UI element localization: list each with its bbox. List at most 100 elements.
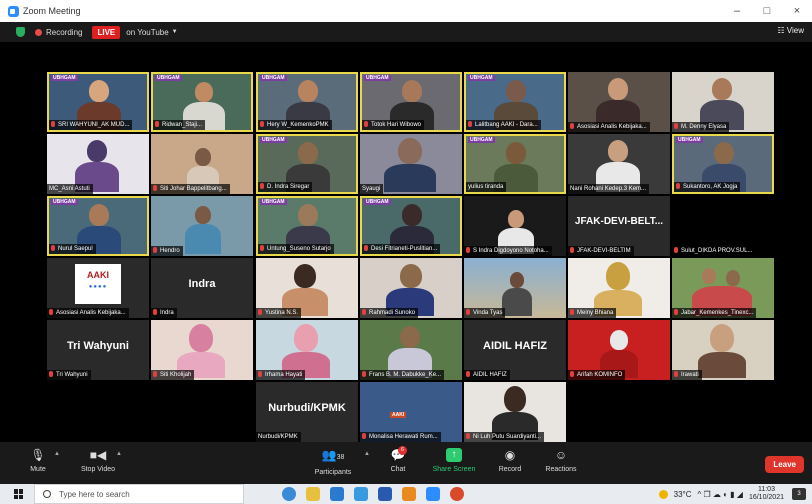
word-icon[interactable]: [378, 487, 392, 501]
edge-icon[interactable]: [282, 487, 296, 501]
participant-tile[interactable]: UBHGAM Ridwan_Staji...: [151, 72, 253, 132]
security-shield-icon[interactable]: [16, 27, 25, 37]
participant-tile[interactable]: Indra Indra: [151, 258, 253, 318]
recording-label[interactable]: Recording: [46, 28, 82, 37]
clock[interactable]: 11:03 16/10/2021: [749, 486, 784, 502]
participant-tile[interactable]: AAKI ●●●● Asosiasi Analis Kebijaka...: [47, 258, 149, 318]
participant-tile[interactable]: Siti Johar Bappelitbang...: [151, 134, 253, 194]
mute-button[interactable]: 🎙 Mute ▲: [26, 448, 60, 473]
participant-tile[interactable]: UBHGAM Hery W_KemenkoPMK: [256, 72, 358, 132]
meeting-info-bar: Recording LIVE on YouTube ▼ ☷ View: [0, 22, 812, 42]
participant-name-placeholder: AIDIL HAFIZ: [483, 340, 547, 352]
participant-tile[interactable]: Syaugi: [360, 134, 462, 194]
check-app-icon[interactable]: [354, 487, 368, 501]
participant-tile[interactable]: UBHGAM yulius tiranda: [464, 134, 566, 194]
participant-tile[interactable]: MC_Asni Astuti: [47, 134, 149, 194]
chat-button[interactable]: 💬 6 Chat: [386, 446, 410, 473]
participant-tile[interactable]: M. Denny Elyasa: [672, 72, 774, 132]
participants-button[interactable]: 👥38 Participants ▲: [310, 448, 370, 476]
leave-button[interactable]: Leave: [765, 456, 804, 473]
participant-tile[interactable]: Meiny Bhiana: [568, 258, 670, 318]
powerpoint-icon[interactable]: [402, 487, 416, 501]
participant-tile[interactable]: Sulut_DIKDA PROV.SUL...: [672, 196, 774, 256]
weather-sun-icon: [658, 489, 668, 499]
chevron-up-icon[interactable]: ▲: [116, 451, 122, 457]
participant-tile[interactable]: AAKI Monalisa Herawati Rum...: [360, 382, 462, 442]
participant-tile[interactable]: Tri Wahyuni Tri Wahyuni: [47, 320, 149, 380]
record-button[interactable]: ◉ Record: [496, 448, 524, 473]
chevron-up-icon[interactable]: ▲: [364, 451, 370, 457]
mic-muted-icon: [51, 245, 55, 251]
participant-tile[interactable]: UBHGAM Totok Hari Wibowo: [360, 72, 462, 132]
participant-tile[interactable]: UBHGAM SRI WAHYUNI_AK MUD...: [47, 72, 149, 132]
participants-count: 38: [336, 454, 345, 461]
windows-start-icon[interactable]: [14, 489, 24, 499]
tile-banner: UBHGAM: [364, 199, 391, 205]
tile-banner: AAKI: [390, 412, 407, 418]
mic-muted-icon: [260, 245, 264, 251]
participant-name: Lalitbang AAKI - Dara...: [466, 120, 541, 130]
participant-tile[interactable]: UBHGAM Untung_Suseno Sutarjo: [256, 196, 358, 256]
mic-muted-icon: [362, 371, 366, 377]
app-icon[interactable]: [450, 487, 464, 501]
participant-tile[interactable]: UBHGAM Sukantoro, AK Jogja: [672, 134, 774, 194]
close-button[interactable]: ×: [782, 5, 812, 17]
microphone-icon: 🎙: [30, 448, 46, 462]
mic-muted-icon: [570, 123, 574, 129]
share-screen-button[interactable]: ↑ Share Screen: [430, 448, 478, 473]
linkedin-icon[interactable]: [330, 487, 344, 501]
participant-tile[interactable]: Asosiasi Analis Kebijaka...: [568, 72, 670, 132]
participant-tile[interactable]: Siti Kholijah: [151, 320, 253, 380]
window-title: Zoom Meeting: [23, 6, 81, 16]
mic-muted-icon: [155, 121, 159, 127]
stream-target-label[interactable]: on YouTube: [126, 28, 168, 37]
view-button[interactable]: ☷ View: [777, 26, 804, 35]
chevron-up-icon[interactable]: ▲: [54, 451, 60, 457]
participant-tile[interactable]: UBHGAM Desi Fitrianeti-Puslitian...: [360, 196, 462, 256]
stop-video-button[interactable]: ■◀ Stop Video ▲: [76, 448, 122, 473]
system-tray: 33°C ^ ❐ ☁ ◐ ▮ ◢ 11:03 16/10/2021: [658, 486, 784, 502]
participant-tile[interactable]: JFAK-DEVI-BELT... JFAK-DEVI-BELTIM: [568, 196, 670, 256]
mic-muted-icon: [570, 309, 574, 315]
participant-tile[interactable]: Yustina N.S.: [256, 258, 358, 318]
participant-tile[interactable]: Nani Rohani Kedep.3 Kem...: [568, 134, 670, 194]
participant-tile[interactable]: Arifah KOMINFO: [568, 320, 670, 380]
participant-tile[interactable]: Rahmadi Sunoko: [360, 258, 462, 318]
participant-tile[interactable]: Hendro: [151, 196, 253, 256]
participant-tile[interactable]: AIDIL HAFIZ AIDIL HAFIZ: [464, 320, 566, 380]
mic-muted-icon: [153, 247, 157, 253]
temperature[interactable]: 33°C: [674, 490, 692, 499]
participant-name: Nurbudi/KPMK: [256, 432, 301, 442]
mic-muted-icon: [466, 247, 470, 253]
participant-name: Hery W_KemenkoPMK: [258, 120, 332, 130]
participant-tile[interactable]: Frans B. M. Dabukke_Ke...: [360, 320, 462, 380]
mute-label: Mute: [30, 466, 46, 473]
participant-tile[interactable]: Irawati: [672, 320, 774, 380]
gallery-grid: UBHGAM SRI WAHYUNI_AK MUD... UBHGAM Ridw…: [0, 42, 812, 442]
participant-name: Nurul Saepul: [49, 244, 96, 254]
participant-tile[interactable]: Jabar_Kemenkes_Tinexc...: [672, 258, 774, 318]
tray-icons[interactable]: ^ ❐ ☁ ◐ ▮ ◢: [698, 490, 743, 499]
clock-time: 11:03: [757, 486, 775, 493]
participant-tile[interactable]: Irhama Hayati: [256, 320, 358, 380]
participant-tile[interactable]: Vinda Tyas: [464, 258, 566, 318]
reactions-button[interactable]: ☺ Reactions: [542, 448, 580, 473]
taskbar-search[interactable]: Type here to search: [34, 484, 244, 504]
chevron-down-icon[interactable]: ▼: [172, 29, 178, 35]
participant-tile[interactable]: Nurbudi/KPMK Nurbudi/KPMK: [256, 382, 358, 442]
mic-muted-icon: [570, 371, 574, 377]
participant-name: Siti Kholijah: [151, 370, 195, 380]
mic-muted-icon: [49, 371, 53, 377]
participant-tile[interactable]: UBHGAM Nurul Saepul: [47, 196, 149, 256]
file-explorer-icon[interactable]: [306, 487, 320, 501]
participant-tile[interactable]: UBHGAM D. Indra Siregar: [256, 134, 358, 194]
minimize-button[interactable]: –: [722, 5, 752, 17]
participant-name: Meiny Bhiana: [568, 308, 617, 318]
participant-tile[interactable]: UBHGAM Lalitbang AAKI - Dara...: [464, 72, 566, 132]
maximize-button[interactable]: □: [752, 5, 782, 17]
notifications-icon[interactable]: 3: [792, 488, 806, 500]
participant-tile[interactable]: Ni Luh Putu Suardiyanti...: [464, 382, 566, 442]
participant-tile[interactable]: S Indra Digdoyono Notoha...: [464, 196, 566, 256]
participant-name: Arifah KOMINFO: [568, 370, 626, 380]
zoom-icon[interactable]: [426, 487, 440, 501]
